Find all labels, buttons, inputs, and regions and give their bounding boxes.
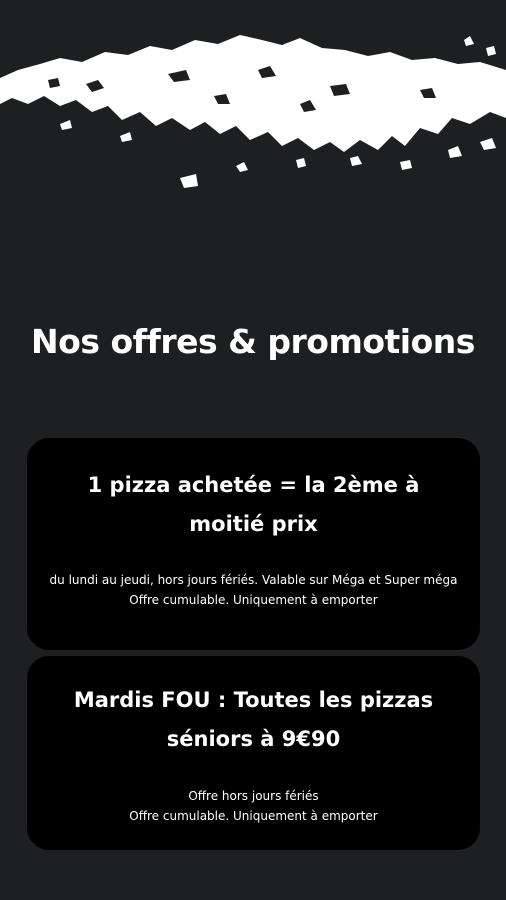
offer-card[interactable]: 1 pizza achetée = la 2ème à moitié prix … — [27, 438, 480, 650]
offer-title: Mardis FOU : Toutes les pizzas séniors à… — [73, 688, 434, 751]
offer-description: du lundi au jeudi, hors jours fériés. Va… — [49, 570, 458, 610]
offer-description-line: Offre hors jours fériés — [188, 789, 319, 803]
offer-card[interactable]: Mardis FOU : Toutes les pizzas séniors à… — [27, 656, 480, 850]
page-title: Nos offres & promotions — [31, 322, 475, 361]
offer-description-line: Offre cumulable. Uniquement à emporter — [129, 809, 378, 823]
offer-title: 1 pizza achetée = la 2ème à moitié prix — [87, 473, 420, 536]
offer-description-line: Offre cumulable. Uniquement à emporter — [129, 593, 378, 607]
brush-stroke-header-decoration — [0, 35, 506, 188]
offer-description-line: du lundi au jeudi, hors jours fériés. Va… — [49, 573, 458, 587]
offer-description: Offre hors jours fériés Offre cumulable.… — [49, 786, 458, 826]
